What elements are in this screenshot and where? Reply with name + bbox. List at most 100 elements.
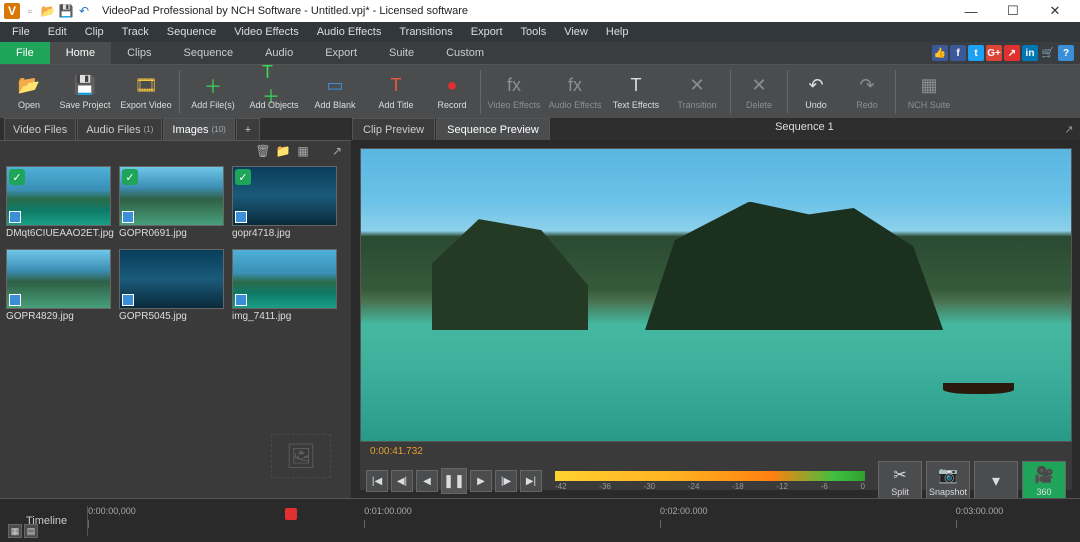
add-title-button[interactable]: TAdd Title [366, 67, 426, 117]
cart-icon[interactable]: 🛒 [1040, 45, 1056, 61]
thumbnail[interactable]: ✓DMqt6CIUEAAO2ET.jpg [6, 166, 111, 241]
save-project-button[interactable]: 💾Save Project [55, 67, 115, 117]
export-video-button[interactable]: 🎞Export Video [116, 67, 176, 117]
menu-tools[interactable]: Tools [513, 24, 555, 40]
menu-help[interactable]: Help [598, 24, 637, 40]
text-effects-button[interactable]: TText Effects [606, 67, 666, 117]
ribbon-tab-sequence[interactable]: Sequence [168, 42, 250, 64]
image-badge-icon [9, 211, 21, 223]
menu-clip[interactable]: Clip [77, 24, 112, 40]
bin-tab-audio-files[interactable]: Audio Files(1) [77, 118, 162, 140]
undo-button[interactable]: ↶Undo [791, 67, 841, 117]
detach-icon[interactable]: ↗ [329, 143, 345, 159]
bin-tab-images[interactable]: Images(10) [163, 118, 234, 140]
thumbnail-image [232, 249, 337, 309]
meter-tick: -30 [644, 482, 656, 491]
split-button[interactable]: ✂Split [878, 461, 922, 501]
thumbnail-caption: GOPR0691.jpg [119, 226, 224, 241]
thumbnail[interactable]: GOPR4829.jpg [6, 249, 111, 324]
playhead[interactable] [285, 508, 297, 520]
record-button[interactable]: ●Record [427, 67, 477, 117]
qa-undo-icon[interactable]: ↶ [76, 3, 92, 19]
folder-icon[interactable]: 📁 [275, 143, 291, 159]
thumbnail[interactable]: GOPR5045.jpg [119, 249, 224, 324]
prev-frame-button[interactable]: ◀| [391, 470, 413, 492]
ribbon-tab-export[interactable]: Export [309, 42, 373, 64]
add-title-icon: T [384, 74, 408, 98]
redo-label: Redo [856, 100, 878, 110]
timeline-ruler[interactable]: 0:00:00,0000:01:00.0000:02:00.0000:03:00… [88, 506, 1074, 536]
meter-tick: -24 [688, 482, 700, 491]
like-icon[interactable]: 👍 [932, 45, 948, 61]
360-button[interactable]: 🎥360 [1022, 461, 1066, 501]
add-blank-button[interactable]: ▭Add Blank [305, 67, 365, 117]
goto-start-button[interactable]: |◀ [366, 470, 388, 492]
bin-grid[interactable]: ✓DMqt6CIUEAAO2ET.jpg✓GOPR0691.jpg✓gopr47… [0, 160, 351, 498]
thumbnail[interactable]: ✓GOPR0691.jpg [119, 166, 224, 241]
meter-tick: -36 [599, 482, 611, 491]
twitter-icon[interactable]: t [968, 45, 984, 61]
pause-button[interactable]: ❚❚ [441, 468, 467, 494]
maximize-button[interactable]: ☐ [992, 0, 1034, 22]
menu-view[interactable]: View [556, 24, 596, 40]
nch-suite-button: ▦NCH Suite [899, 67, 959, 117]
open-button[interactable]: 📂Open [4, 67, 54, 117]
menu-track[interactable]: Track [114, 24, 157, 40]
redo-icon: ↷ [855, 74, 879, 98]
chevron-down-icon: ▾ [992, 471, 1000, 491]
add-files-button[interactable]: ＋Add File(s) [183, 67, 243, 117]
help-icon[interactable]: ? [1058, 45, 1074, 61]
add-blank-label: Add Blank [314, 100, 355, 110]
undock-icon[interactable]: ↗ [1058, 118, 1080, 140]
step-fwd-button[interactable]: ▶ [470, 470, 492, 492]
menu-export[interactable]: Export [463, 24, 511, 40]
record-label: Record [437, 100, 466, 110]
menu-file[interactable]: File [4, 24, 38, 40]
media-bin-panel: Video FilesAudio Files(1)Images(10)+ 🗑 📁… [0, 118, 351, 498]
qa-save-icon[interactable]: 💾 [58, 3, 74, 19]
ribbon-tab-custom[interactable]: Custom [430, 42, 500, 64]
step-back-button[interactable]: ◀ [416, 470, 438, 492]
tl-btn2-icon[interactable]: ▤ [24, 524, 38, 538]
close-button[interactable]: ✕ [1034, 0, 1076, 22]
ribbon-tab-audio[interactable]: Audio [249, 42, 309, 64]
bin-tabs: Video FilesAudio Files(1)Images(10)+ [0, 118, 351, 140]
ribbon-tab-file[interactable]: File [0, 42, 50, 64]
minimize-button[interactable]: — [950, 0, 992, 22]
menu-sequence[interactable]: Sequence [159, 24, 225, 40]
video-preview[interactable] [360, 148, 1072, 442]
tab-clip-preview[interactable]: Clip Preview [352, 118, 435, 140]
bin-tab-video-files[interactable]: Video Files [4, 118, 76, 140]
thumbnail[interactable]: ✓gopr4718.jpg [232, 166, 337, 241]
ribbon-tab-clips[interactable]: Clips [111, 42, 167, 64]
options-button[interactable]: ▾ [974, 461, 1018, 501]
qa-new-icon[interactable]: ▫ [22, 3, 38, 19]
meter-tick: -12 [776, 482, 788, 491]
qa-open-icon[interactable]: 📂 [40, 3, 56, 19]
menu-audio-effects[interactable]: Audio Effects [309, 24, 390, 40]
google-plus-icon[interactable]: G+ [986, 45, 1002, 61]
facebook-icon[interactable]: f [950, 45, 966, 61]
audio-effects-label: Audio Effects [549, 100, 602, 110]
timeline-tick: 0:03:00.000 [956, 506, 1004, 516]
tl-btn1-icon[interactable]: ▦ [8, 524, 22, 538]
ribbon-tab-home[interactable]: Home [50, 42, 111, 64]
menu-transitions[interactable]: Transitions [391, 24, 460, 40]
video-effects-button: fxVideo Effects [484, 67, 544, 117]
ribbon-tab-suite[interactable]: Suite [373, 42, 430, 64]
next-frame-button[interactable]: |▶ [495, 470, 517, 492]
share-icon[interactable]: ↗ [1004, 45, 1020, 61]
menubar: FileEditClipTrackSequenceVideo EffectsAu… [0, 22, 1080, 42]
thumbnail[interactable]: img_7411.jpg [232, 249, 337, 324]
add-objects-button[interactable]: T＋Add Objects [244, 67, 304, 117]
menu-video-effects[interactable]: Video Effects [226, 24, 306, 40]
goto-end-button[interactable]: ▶| [520, 470, 542, 492]
timeline[interactable]: ▦ ▤ Timeline 0:00:00,0000:01:00.0000:02:… [0, 498, 1080, 542]
linkedin-icon[interactable]: in [1022, 45, 1038, 61]
bin-tab-add[interactable]: + [236, 118, 260, 140]
grid-view-icon[interactable]: ▦ [295, 143, 311, 159]
tab-sequence-preview[interactable]: Sequence Preview [436, 118, 550, 140]
menu-edit[interactable]: Edit [40, 24, 75, 40]
snapshot-button[interactable]: 📷Snapshot [926, 461, 970, 501]
delete-icon[interactable]: 🗑 [255, 143, 271, 159]
